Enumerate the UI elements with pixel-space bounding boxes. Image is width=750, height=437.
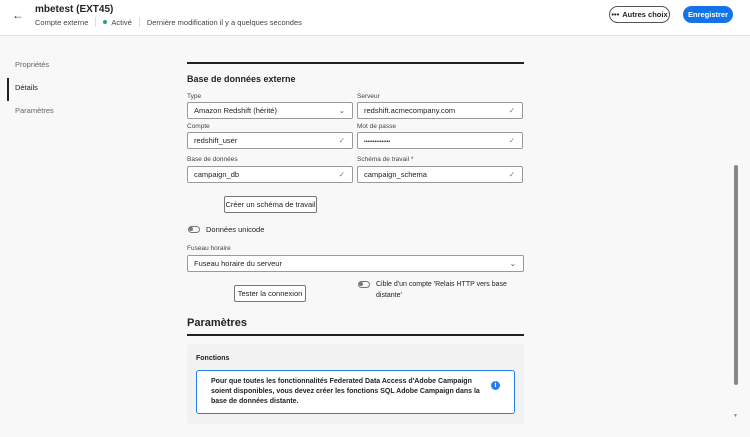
http-relay-toggle[interactable] xyxy=(358,281,370,288)
more-options-button[interactable]: ••• Autres choix xyxy=(609,6,670,23)
nav-item-details[interactable]: Détails xyxy=(7,78,54,101)
schema-label: Schéma de travail * xyxy=(357,156,413,163)
check-icon: ✓ xyxy=(508,136,515,145)
scroll-down-icon[interactable]: ▼ xyxy=(733,413,738,419)
page-title: mbetest (EXT45) xyxy=(35,4,114,15)
server-value: redshift.acmecompany.com xyxy=(364,106,456,115)
account-input[interactable]: redshift_user ✓ xyxy=(187,132,353,149)
account-value: redshift_user xyxy=(194,136,238,145)
nav-item-properties[interactable]: Propriétés xyxy=(7,55,54,78)
functions-title: Fonctions xyxy=(196,355,230,362)
password-label: Mot de passe xyxy=(357,123,397,130)
database-input[interactable]: campaign_db ✓ xyxy=(187,166,353,183)
arrow-left-icon[interactable]: ← xyxy=(12,8,24,22)
database-label: Base de données xyxy=(187,156,238,163)
timezone-select[interactable]: Fuseau horaire du serveur ⌄ xyxy=(187,255,524,272)
http-relay-label: Cible d'un compte 'Relais HTTP vers base… xyxy=(376,281,507,299)
server-label: Serveur xyxy=(357,93,380,100)
schema-value: campaign_schema xyxy=(364,170,427,179)
info-text: Pour que toutes les fonctionnalités Fede… xyxy=(211,378,480,405)
status-dot-icon xyxy=(103,20,108,24)
check-icon: ✓ xyxy=(338,136,345,145)
create-schema-button[interactable]: Créer un schéma de travail xyxy=(224,196,317,213)
check-icon: ✓ xyxy=(338,170,345,179)
header: ← mbetest (EXT45) Compte externe Activé … xyxy=(0,0,750,36)
schema-label-text: Schéma de travail xyxy=(357,156,410,163)
unicode-label: Données unicode xyxy=(206,225,265,234)
unicode-toggle[interactable] xyxy=(188,226,200,233)
account-label: Compte xyxy=(187,123,210,130)
test-connection-button[interactable]: Tester la connexion xyxy=(234,285,306,302)
divider xyxy=(138,17,140,27)
check-icon: ✓ xyxy=(508,170,515,179)
required-marker: * xyxy=(410,156,414,163)
schema-input[interactable]: campaign_schema ✓ xyxy=(357,166,523,183)
timezone-label: Fuseau horaire xyxy=(187,245,231,252)
more-label: Autres choix xyxy=(622,10,668,19)
save-button[interactable]: Enregistrer xyxy=(683,6,733,23)
timezone-value: Fuseau horaire du serveur xyxy=(194,259,282,268)
chevron-down-icon: ⌄ xyxy=(338,106,345,115)
section-title: Base de données externe xyxy=(187,74,296,84)
chevron-down-icon: ⌄ xyxy=(509,259,516,268)
scrollbar-thumb[interactable] xyxy=(734,165,738,385)
info-icon: i xyxy=(491,381,500,390)
subtitle: Compte externe Activé Dernière modificat… xyxy=(35,17,302,27)
database-value: campaign_db xyxy=(194,170,240,179)
password-value: ••••••••••••••• xyxy=(364,139,391,145)
status-badge: Activé xyxy=(111,17,132,27)
check-icon: ✓ xyxy=(508,106,515,115)
nav-item-parameters[interactable]: Paramètres xyxy=(7,101,54,124)
side-nav: Propriétés Détails Paramètres xyxy=(7,55,54,124)
parameters-title: Paramètres xyxy=(187,317,247,329)
account-type: Compte externe xyxy=(35,17,89,27)
section-divider xyxy=(187,334,524,336)
more-icon: ••• xyxy=(611,10,620,19)
type-select[interactable]: Amazon Redshift (hérité) ⌄ xyxy=(187,102,353,119)
server-input[interactable]: redshift.acmecompany.com ✓ xyxy=(357,102,523,119)
divider xyxy=(95,17,97,27)
password-input[interactable]: ••••••••••••••• ✓ xyxy=(357,132,523,149)
type-value: Amazon Redshift (hérité) xyxy=(194,106,277,115)
section-divider xyxy=(187,62,524,64)
last-modified: Dernière modification il y a quelques se… xyxy=(146,17,302,27)
info-message: Pour que toutes les fonctionnalités Fede… xyxy=(196,370,515,414)
type-label: Type xyxy=(187,93,202,100)
